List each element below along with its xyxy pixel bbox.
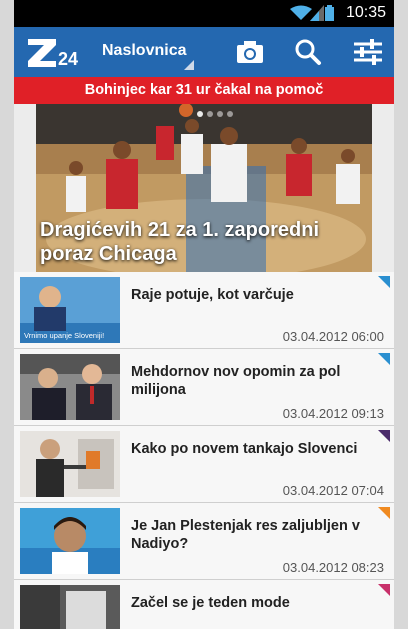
status-bar: 10:35: [14, 0, 394, 27]
article-date: 03.04.2012 07:04: [282, 483, 384, 498]
settings-sliders-icon[interactable]: [350, 35, 386, 69]
article-thumbnail: [20, 431, 120, 497]
article-title: Raje potuje, kot varčuje: [131, 287, 294, 303]
article-item[interactable]: Kako po novem tankajo Slovenci 03.04.201…: [14, 426, 394, 503]
article-item[interactable]: Je Jan Plestenjak res zaljubljen v Nadiy…: [14, 503, 394, 580]
article-item[interactable]: Začel se je teden mode: [14, 580, 394, 629]
ticker-text: Bohinjec kar 31 ur čakal na pomoč: [84, 82, 324, 98]
section-dropdown[interactable]: Naslovnica: [102, 42, 194, 72]
battery-icon: [325, 5, 334, 21]
article-title: Začel se je teden mode: [131, 595, 290, 611]
article-title: Kako po novem tankajo Slovenci: [131, 441, 358, 457]
article-thumbnail: [20, 585, 120, 629]
search-icon[interactable]: [290, 35, 326, 69]
category-corner-icon: [378, 353, 390, 365]
article-date: 03.04.2012 09:13: [282, 406, 384, 421]
carousel-dots-icon: [197, 111, 233, 117]
section-label: Naslovnica: [102, 42, 187, 59]
camera-icon[interactable]: [232, 35, 268, 69]
app-bar: 24 Naslovnica: [14, 27, 394, 77]
breaking-news-ticker[interactable]: Bohinjec kar 31 ur čakal na pomoč: [14, 77, 394, 104]
app-screen: 10:35 24 Naslovnica Bohinjec kar 31 ur č…: [14, 0, 394, 629]
article-thumbnail: Vrnimo upanje Sloveniji!: [20, 277, 120, 343]
category-corner-icon: [378, 584, 390, 596]
article-thumbnail: [20, 354, 120, 420]
device-frame: 10:35 24 Naslovnica Bohinjec kar 31 ur č…: [0, 0, 408, 629]
hero-story[interactable]: Dragićevih 21 za 1. zaporedni poraz Chic…: [36, 104, 372, 272]
article-date: 03.04.2012 08:23: [282, 560, 384, 575]
article-title: Mehdornov nov opomin za pol milijona: [131, 364, 341, 398]
category-corner-icon: [378, 507, 390, 519]
thumb-caption: Vrnimo upanje Sloveniji!: [24, 331, 104, 340]
article-date: 03.04.2012 06:00: [282, 329, 384, 344]
category-corner-icon: [378, 276, 390, 288]
article-thumbnail: [20, 508, 120, 574]
article-item[interactable]: Mehdornov nov opomin za pol milijona 03.…: [14, 349, 394, 426]
status-time: 10:35: [345, 4, 386, 21]
signal-icon: [310, 5, 324, 21]
dropdown-corner-icon: [184, 60, 194, 70]
svg-text:24: 24: [58, 49, 78, 69]
hero-caption: Dragićevih 21 za 1. zaporedni poraz Chic…: [40, 219, 319, 265]
category-corner-icon: [378, 430, 390, 442]
article-item[interactable]: Vrnimo upanje Sloveniji! Raje potuje, ko…: [14, 272, 394, 349]
wifi-icon: [290, 5, 312, 20]
z24-logo[interactable]: 24: [26, 35, 94, 69]
article-title: Je Jan Plestenjak res zaljubljen v Nadiy…: [131, 518, 360, 552]
